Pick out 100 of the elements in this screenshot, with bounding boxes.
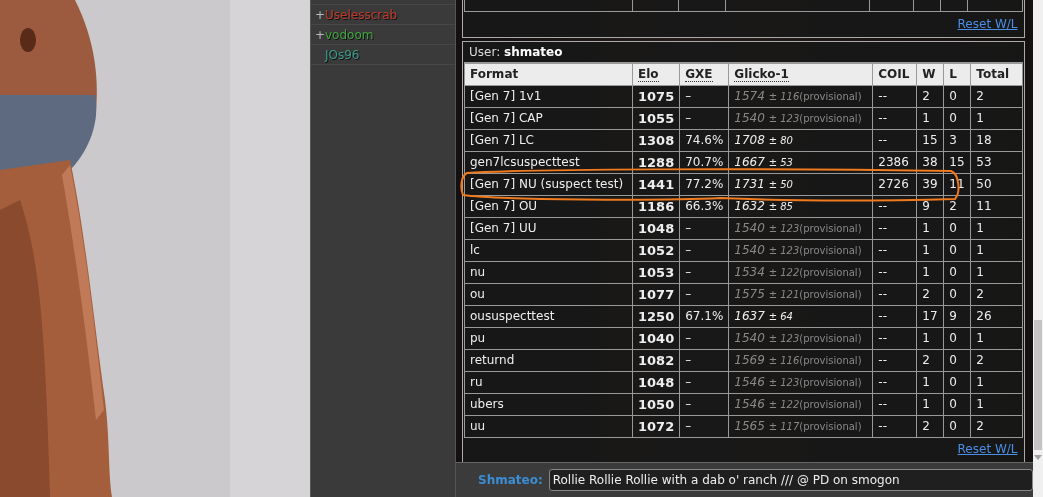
- total-cell: 2: [976, 89, 984, 103]
- elo-cell: 1250: [638, 308, 675, 324]
- losses-cell: 0: [949, 397, 957, 411]
- total-cell: 11: [976, 199, 992, 213]
- coil-cell: --: [878, 265, 887, 279]
- glicko-cell: 1565 ± 117(provisional): [734, 419, 862, 433]
- column-header: Elo: [638, 67, 659, 82]
- losses-cell: 2: [949, 199, 957, 213]
- wins-cell: 1: [922, 265, 930, 279]
- total-cell: 18: [976, 133, 992, 147]
- wins-cell: 15: [922, 133, 938, 147]
- column-header: Format: [470, 67, 519, 81]
- glicko-cell: 1540 ± 123(provisional): [734, 243, 862, 257]
- coil-cell: --: [878, 353, 887, 367]
- glicko-cell: 1540 ± 123(provisional): [734, 111, 862, 125]
- format-cell: gen7lcsuspecttest: [470, 155, 580, 169]
- wins-cell: 39: [922, 177, 938, 191]
- format-cell: [Gen 7] OU: [470, 199, 538, 213]
- coil-cell: --: [878, 331, 887, 345]
- gxe-cell: 74.6%: [685, 133, 724, 147]
- scroll-down-icon[interactable]: [1034, 455, 1042, 460]
- glicko-cell: 1731 ± 50: [734, 177, 793, 191]
- elo-cell: 1052: [638, 242, 675, 258]
- gxe-cell: –: [685, 331, 692, 345]
- losses-cell: 0: [949, 331, 957, 345]
- coil-cell: 2386: [878, 155, 909, 169]
- reset-link[interactable]: Reset W/L: [957, 442, 1018, 457]
- glicko-cell: 1667 ± 53: [734, 155, 793, 169]
- column-header: L: [949, 67, 957, 81]
- coil-cell: --: [878, 309, 887, 323]
- total-cell: 1: [976, 221, 984, 235]
- total-cell: 2: [976, 287, 984, 301]
- coil-cell: --: [878, 221, 887, 235]
- elo-cell: 1050: [638, 396, 675, 412]
- user-name[interactable]: JOs96: [325, 47, 360, 62]
- column-header: GXE: [685, 67, 713, 82]
- glicko-cell: 1534 ± 122(provisional): [734, 265, 862, 279]
- user-heading: User: shmateo: [469, 45, 563, 59]
- scrollbar-thumb[interactable]: [1034, 320, 1042, 450]
- gxe-cell: –: [685, 353, 692, 367]
- coil-cell: --: [878, 287, 887, 301]
- gxe-cell: 67.1%: [685, 309, 724, 323]
- glicko-cell: 1546 ± 122(provisional): [734, 397, 862, 411]
- wins-cell: 2: [922, 419, 930, 433]
- total-cell: 1: [976, 265, 984, 279]
- losses-cell: 15: [949, 155, 965, 169]
- format-cell: [Gen 7] UU: [470, 221, 537, 235]
- format-cell: [Gen 7] 1v1: [470, 89, 542, 103]
- format-cell: ubers: [470, 397, 504, 411]
- user-name[interactable]: vodoom: [325, 27, 374, 42]
- column-header: COIL: [878, 67, 910, 81]
- total-cell: 26: [976, 309, 992, 323]
- coil-cell: --: [878, 199, 887, 213]
- gxe-cell: –: [685, 397, 692, 411]
- glicko-cell: 1569 ± 116(provisional): [734, 353, 862, 367]
- gxe-cell: –: [685, 111, 692, 125]
- total-cell: 1: [976, 243, 984, 257]
- format-cell: pu: [470, 331, 486, 345]
- wins-cell: 1: [922, 221, 930, 235]
- gxe-cell: –: [685, 375, 692, 389]
- losses-cell: 0: [949, 375, 957, 389]
- gxe-cell: 66.3%: [685, 199, 724, 213]
- format-cell: [Gen 7] CAP: [470, 111, 543, 125]
- total-cell: 50: [976, 177, 992, 191]
- losses-cell: 0: [949, 353, 957, 367]
- wins-cell: 17: [922, 309, 938, 323]
- glicko-cell: 1540 ± 123(provisional): [734, 221, 862, 235]
- format-cell: lc: [470, 243, 480, 257]
- total-cell: 1: [976, 397, 984, 411]
- format-cell: uu: [470, 419, 486, 433]
- total-cell: 1: [976, 111, 984, 125]
- glicko-cell: 1632 ± 85: [734, 199, 793, 213]
- elo-cell: 1075: [638, 88, 675, 104]
- losses-cell: 9: [949, 309, 957, 323]
- chat-username: Shmateo:: [478, 473, 543, 487]
- elo-cell: 1053: [638, 264, 675, 280]
- glicko-cell: 1574 ± 116(provisional): [734, 89, 862, 103]
- wins-cell: 1: [922, 397, 930, 411]
- gxe-cell: –: [685, 287, 692, 301]
- wins-cell: 2: [922, 353, 930, 367]
- total-cell: 2: [976, 353, 984, 367]
- coil-cell: --: [878, 397, 887, 411]
- elo-cell: 1048: [638, 374, 675, 390]
- wins-cell: 2: [922, 89, 930, 103]
- elo-cell: 1308: [638, 132, 675, 148]
- scrollbar[interactable]: [1033, 0, 1043, 497]
- gxe-cell: 77.2%: [685, 177, 724, 191]
- total-cell: 53: [976, 155, 992, 169]
- format-cell: returnd: [470, 353, 515, 367]
- column-header: W: [922, 67, 936, 81]
- losses-cell: 0: [949, 419, 957, 433]
- elo-cell: 1077: [638, 286, 675, 302]
- coil-cell: --: [878, 89, 887, 103]
- reset-link[interactable]: Reset W/L: [957, 16, 1018, 31]
- coil-cell: --: [878, 111, 887, 125]
- gxe-cell: –: [685, 243, 692, 257]
- coil-cell: --: [878, 375, 887, 389]
- total-cell: 2: [976, 419, 984, 433]
- wins-cell: 9: [922, 199, 930, 213]
- chat-input[interactable]: Rollie Rollie Rollie with a dab o' ranch /// @ PD on smogon: [548, 469, 1033, 491]
